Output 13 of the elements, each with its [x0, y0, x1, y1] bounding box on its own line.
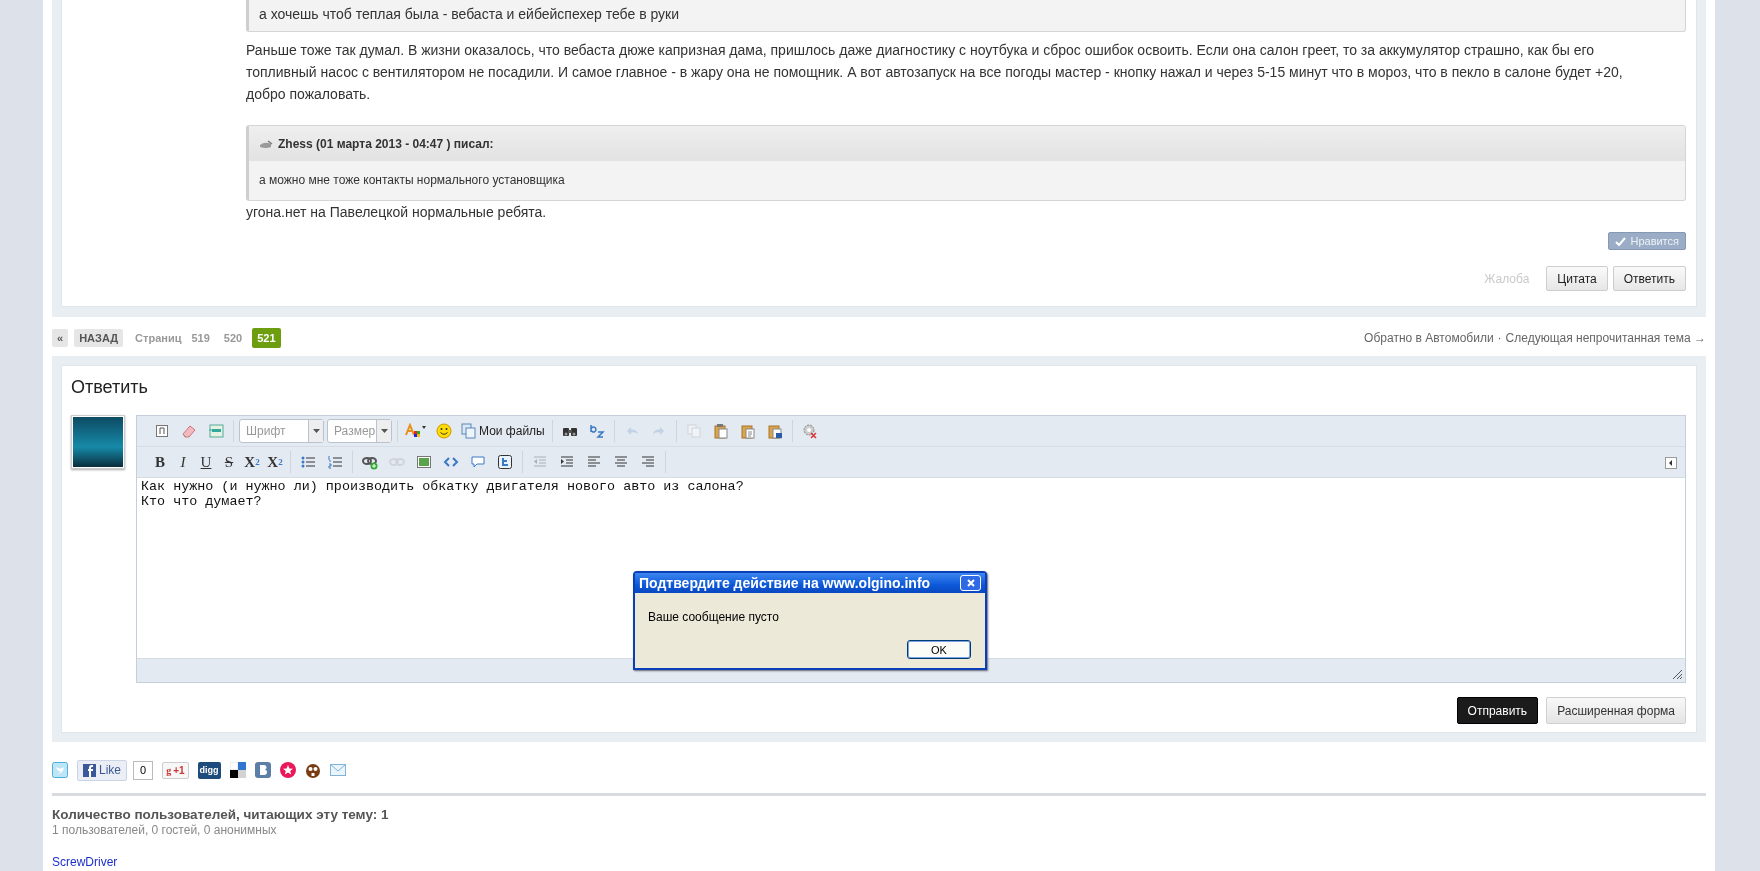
- online-summary: 1 пользователей, 0 гостей, 0 анонимных: [52, 823, 278, 838]
- post-text: угона.нет на Павелецкой нормальные ребята.: [246, 204, 548, 220]
- quote-author: Zhess (01 марта 2013 - 04:47 ) писал:: [278, 136, 494, 151]
- reply-title: Ответить: [71, 376, 149, 398]
- pages-label: Страниц: [135, 332, 182, 344]
- quote-block: а хочешь чтоб теплая была - вебаста и ейбейспехер тебе в руки: [246, 0, 1686, 32]
- like-count: 0: [133, 760, 154, 780]
- dialog-message: Ваше сообщение пусто: [647, 609, 780, 626]
- separator-dot: ·: [1497, 331, 1502, 345]
- dialog-title: Подтвердите действие на www.olgino.info: [639, 575, 931, 591]
- quote-text: а можно мне тоже контакты нормального установщика: [258, 172, 566, 189]
- post-text: Раньше тоже так думал. В жизни оказалось, что вебаста дюже капризная дама, пришлось даже диагностику с ноутбука и сброс ошибок освоить. Если она салон греет, то за аккумулятор страшно, как бы его топливный насос с вентилятором не посадили. И самое главное - в жару она не помощник. А вот автозапуск на все погоды мастер - кнопку нажал и через 5-15 минут что в мороз, что в пекло в салоне будет +20, добро пожаловать.: [246, 41, 1624, 104]
- online-title: Количество пользователей, читающих эту тему: 1: [52, 807, 390, 823]
